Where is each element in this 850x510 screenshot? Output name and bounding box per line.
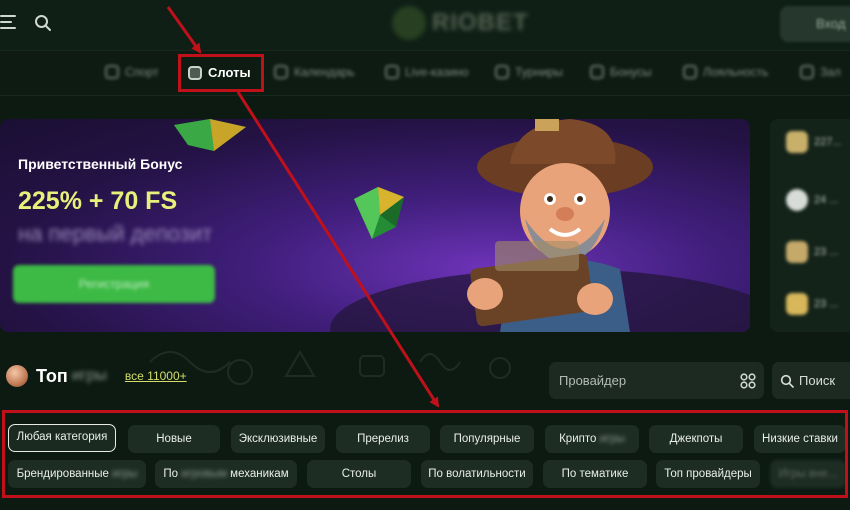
top-games-icon: [6, 365, 28, 387]
site-logo[interactable]: RIOBET: [392, 5, 529, 41]
games-section-heading: Топ игры все 11000+: [6, 365, 187, 387]
star-icon: [800, 65, 814, 79]
side-promo-panel: 227... 24 ... 23 ... 23 ...: [770, 119, 850, 332]
top-header: RIOBET Вход: [0, 0, 850, 50]
gift-icon: [590, 65, 604, 79]
side-item[interactable]: 23 ...: [786, 241, 850, 263]
promo-banner[interactable]: Приветственный Бонус 225% + 70 FS на пер…: [0, 119, 750, 332]
bonus-amount: 225% + 70 FS: [18, 187, 178, 215]
nav-item-loyalty[interactable]: Лояльность: [683, 65, 768, 79]
login-button[interactable]: Вход: [780, 6, 850, 42]
nav-item-calendar[interactable]: Календарь: [274, 65, 355, 79]
bonus-subtitle: на первый депозит: [18, 221, 213, 246]
annotation-highlight-box: [178, 54, 264, 92]
logo-text: RIOBET: [432, 9, 529, 36]
side-item[interactable]: 24 ...: [786, 189, 850, 211]
all-games-link[interactable]: все 11000+: [125, 369, 187, 383]
mascot-character-image: [467, 119, 653, 332]
main-nav: Спорт Слоты Календарь Live-казино Турнир…: [0, 50, 850, 96]
search-label: Поиск: [799, 373, 836, 388]
loyalty-icon: [683, 65, 697, 79]
search-icon[interactable]: [34, 14, 52, 32]
prize-icon: [786, 131, 808, 153]
nav-item-bonuses[interactable]: Бонусы: [590, 65, 652, 79]
trophy-icon: [495, 65, 509, 79]
side-item[interactable]: 23 ...: [786, 293, 850, 315]
nav-item-hall[interactable]: Зал: [800, 65, 841, 79]
calendar-icon: [274, 65, 288, 79]
section-title: Топ: [36, 365, 68, 386]
annotation-highlight-box: [2, 410, 848, 498]
logo-mark-icon: [392, 6, 426, 40]
search-icon: [780, 374, 794, 388]
nav-item-sport[interactable]: Спорт: [105, 65, 159, 79]
gem-icon: [174, 119, 246, 151]
bag-icon: [786, 241, 808, 263]
provider-placeholder: Провайдер: [559, 373, 627, 388]
nav-item-live-casino[interactable]: Live-казино: [385, 65, 469, 79]
provider-select[interactable]: Провайдер: [549, 362, 764, 399]
live-icon: [385, 65, 399, 79]
gem-icon: [354, 187, 404, 239]
clock-icon: [786, 189, 808, 211]
sport-icon: [105, 65, 119, 79]
bonus-title: Приветственный Бонус: [18, 156, 183, 172]
games-search-button[interactable]: Поиск: [772, 362, 850, 399]
grid-icon[interactable]: [740, 373, 756, 389]
register-button[interactable]: Регистрация: [13, 265, 215, 303]
section-title-hidden: игры: [71, 367, 107, 384]
menu-icon[interactable]: [0, 15, 18, 31]
nav-item-tournaments[interactable]: Турниры: [495, 65, 563, 79]
trophy-icon: [786, 293, 808, 315]
side-item[interactable]: 227...: [786, 131, 850, 153]
